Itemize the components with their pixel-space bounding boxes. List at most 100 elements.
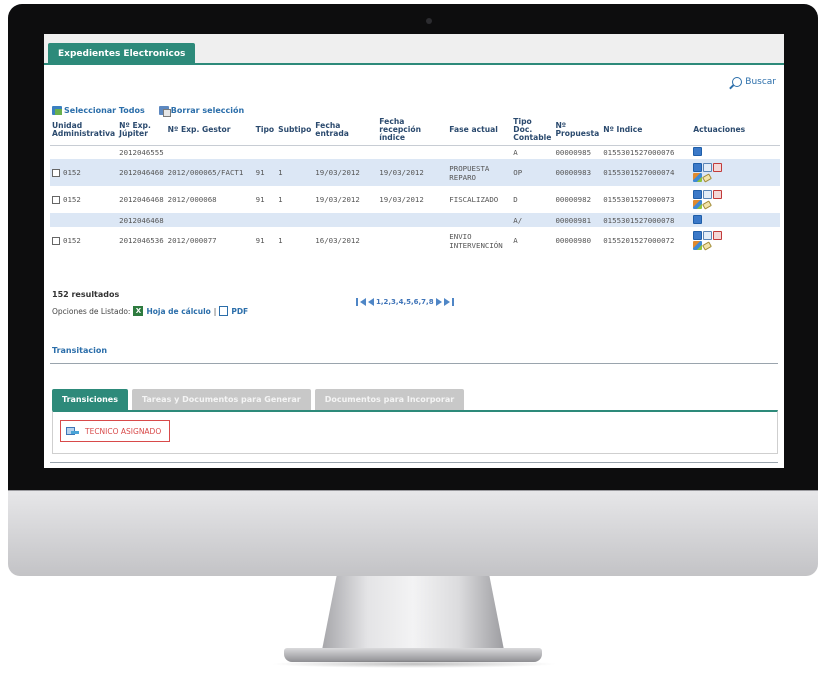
export-pdf-link[interactable]: PDF xyxy=(231,307,248,316)
excel-icon[interactable]: X xyxy=(133,306,144,316)
results-count: 152 resultados xyxy=(52,290,120,299)
eraser-icon[interactable] xyxy=(702,200,713,210)
transitions-panel: TECNICO ASIGNADO xyxy=(52,410,778,454)
document-icon[interactable] xyxy=(703,190,713,199)
export-excel-link[interactable]: Hoja de cálculo xyxy=(146,307,210,316)
cell-unidad: 0152 xyxy=(50,186,117,213)
transition-tabs: Transiciones Tareas y Documentos para Ge… xyxy=(52,389,465,410)
tab-transiciones[interactable]: Transiciones xyxy=(52,389,128,410)
view-icon[interactable] xyxy=(693,190,703,199)
col-propuesta[interactable]: Nº Propuesta xyxy=(553,116,602,146)
row-checkbox[interactable] xyxy=(52,237,60,245)
cell-tipo-doc: A/ xyxy=(511,213,554,227)
clear-selection-button[interactable]: Borrar selección xyxy=(158,106,245,117)
row-checkbox[interactable] xyxy=(52,196,60,204)
export-separator: | xyxy=(213,306,217,316)
cell-actuaciones xyxy=(691,186,780,213)
cell-jupiter: 2012046536 xyxy=(119,236,164,245)
cell-propuesta: 00000982 xyxy=(555,195,592,204)
tecnico-asignado-button[interactable]: TECNICO ASIGNADO xyxy=(60,420,171,442)
select-all-button[interactable]: Seleccionar Todos xyxy=(52,106,145,115)
cell-actuaciones xyxy=(691,227,780,254)
first-page-bar-icon[interactable] xyxy=(356,298,358,306)
col-fecha-indice[interactable]: Fecha recepción índice xyxy=(377,116,448,146)
screen: Expedientes Electronicos Buscar Seleccio… xyxy=(44,34,784,468)
cell-indice: 0155201527000072 xyxy=(603,236,675,245)
last-page-icon[interactable] xyxy=(443,298,450,306)
pdf-export-icon[interactable] xyxy=(219,306,229,316)
stage: Expedientes Electronicos Buscar Seleccio… xyxy=(0,0,827,677)
cell-propuesta: 00000985 xyxy=(555,147,592,157)
eraser-icon[interactable] xyxy=(702,241,713,251)
document-icon[interactable] xyxy=(703,163,713,172)
cell-unidad: 0152 xyxy=(50,227,117,254)
pdf-icon[interactable] xyxy=(713,190,723,199)
view-icon[interactable] xyxy=(693,146,703,156)
pdf-icon[interactable] xyxy=(713,231,723,240)
cell-gestor xyxy=(166,145,254,159)
tab-documentos-incorporar[interactable]: Documentos para Incorporar xyxy=(314,389,465,410)
cell-fecha-entrada: 19/03/2012 xyxy=(313,159,378,186)
first-page-icon[interactable] xyxy=(360,298,366,306)
cell-fecha-entrada xyxy=(313,145,377,159)
view-icon[interactable] xyxy=(693,163,703,172)
col-tipo[interactable]: Tipo xyxy=(253,116,277,146)
cell-tipo-doc: A xyxy=(513,147,518,157)
cell-unidad-text: 0152 xyxy=(63,195,81,204)
cell-tipo-doc: D xyxy=(513,195,518,204)
table-row[interactable]: 0152 2012046536 2012/000077 91 1 16/03/2… xyxy=(50,227,780,254)
tab-strip: Expedientes Electronicos xyxy=(44,34,784,65)
clear-selection-icon xyxy=(158,106,171,117)
col-fase[interactable]: Fase actual xyxy=(447,116,512,146)
cell-fecha-indice xyxy=(377,227,447,254)
col-unidad[interactable]: Unidad Administrativa xyxy=(50,116,118,146)
cell-propuesta: 00000981 xyxy=(553,213,602,227)
tab-expedientes-electronicos[interactable]: Expedientes Electronicos xyxy=(48,43,196,65)
view-icon[interactable] xyxy=(693,214,703,224)
transition-icon xyxy=(66,426,80,436)
cell-tipo-doc: A xyxy=(513,236,518,245)
page-links[interactable]: 1,2,3,4,5,6,7,8 xyxy=(376,298,434,306)
cubes-icon[interactable] xyxy=(693,241,703,250)
eraser-icon[interactable] xyxy=(702,173,713,183)
tab-tareas-documentos[interactable]: Tareas y Documentos para Generar xyxy=(131,389,311,410)
cubes-icon[interactable] xyxy=(693,200,703,209)
export-label: Opciones de Listado: xyxy=(52,306,131,316)
last-page-bar-icon[interactable] xyxy=(451,298,454,306)
cell-fecha-indice xyxy=(377,145,447,159)
col-jupiter[interactable]: Nº Exp. Júpiter xyxy=(117,116,166,146)
col-actuaciones: Actuaciones xyxy=(691,116,780,146)
cell-subtipo: 1 xyxy=(276,159,314,186)
stand-shadow xyxy=(270,660,558,668)
next-page-icon[interactable] xyxy=(435,298,442,306)
select-all-label: Seleccionar Todos xyxy=(64,106,145,115)
col-indice[interactable]: Nº Indice xyxy=(601,116,692,146)
col-gestor[interactable]: Nº Exp. Gestor xyxy=(165,116,254,146)
cell-tipo xyxy=(254,145,276,159)
prev-page-icon[interactable] xyxy=(368,298,374,306)
pdf-icon[interactable] xyxy=(713,163,723,172)
table-row[interactable]: 2012046468 A/ 00000981 0155301527000078 xyxy=(50,213,780,227)
col-fecha-entrada[interactable]: Fecha entrada xyxy=(313,116,378,146)
cell-indice: 0155301527000076 xyxy=(603,147,675,157)
document-icon[interactable] xyxy=(703,231,713,240)
search-icon xyxy=(732,77,743,87)
cell-fase: FISCALIZADO xyxy=(449,195,499,204)
table-row[interactable]: 0152 2012046460 2012/000065/FACT1 91 1 1… xyxy=(50,159,780,186)
row-checkbox[interactable] xyxy=(52,169,60,177)
col-tipo-doc[interactable]: Tipo Doc. Contable xyxy=(511,116,554,146)
col-subtipo[interactable]: Subtipo xyxy=(276,116,314,146)
cell-tipo-doc: OP xyxy=(511,159,554,186)
divider xyxy=(50,363,778,364)
cell-fecha-indice: 19/03/2012 xyxy=(377,159,448,186)
cell-fase: PROPUESTA REPARO xyxy=(447,159,512,186)
table-row[interactable]: 2012046555 A 00000985 0155301527000076 xyxy=(50,145,780,159)
cubes-icon[interactable] xyxy=(693,173,703,182)
transitions-title: Transitacion xyxy=(52,346,108,355)
search-button[interactable]: Buscar xyxy=(732,77,776,87)
table-row[interactable]: 0152 2012046468 2012/000068 91 1 19/03/2… xyxy=(50,186,780,213)
clear-selection-label: Borrar selección xyxy=(170,106,245,115)
cell-indice: 0155301527000078 xyxy=(601,213,692,227)
view-icon[interactable] xyxy=(693,231,703,240)
cell-unidad: 0152 xyxy=(50,159,118,186)
